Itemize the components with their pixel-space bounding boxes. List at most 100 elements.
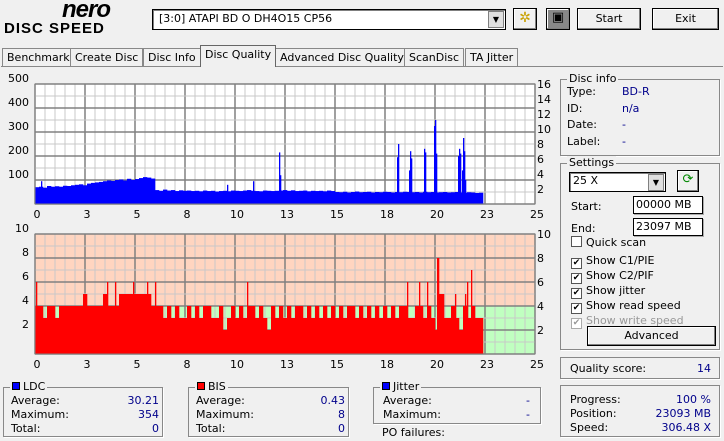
data-bar — [179, 318, 184, 354]
data-bar — [211, 190, 216, 204]
y-tick-label-right: 8 — [537, 138, 544, 151]
ldc-maximum-value: 354 — [138, 408, 159, 421]
data-bar — [315, 191, 320, 204]
data-spike — [398, 144, 400, 204]
floppy-disk-icon[interactable]: ▣ — [546, 8, 570, 30]
tab-disc-info[interactable]: Disc Info — [143, 48, 201, 67]
chevron-down-icon[interactable]: ▼ — [648, 174, 664, 191]
data-bar — [331, 191, 336, 204]
data-bar — [223, 190, 228, 204]
data-bar — [311, 318, 316, 354]
x-tick-label: 20 — [430, 358, 444, 371]
x-tick-label: 20 — [430, 208, 444, 221]
data-bar — [219, 306, 224, 354]
disc-speed-logo: DISC SPEED — [4, 20, 105, 37]
ldc-total-value: 0 — [152, 422, 159, 435]
ldc-total-label: Total: — [11, 422, 41, 435]
data-spike — [411, 158, 413, 204]
y-tick-label-left: 10 — [15, 224, 29, 235]
data-bar — [303, 318, 308, 354]
data-bar — [99, 181, 104, 204]
data-bar — [391, 306, 396, 354]
data-bar — [287, 306, 292, 354]
data-bar — [279, 306, 284, 354]
jitter-title: Jitter — [393, 380, 420, 393]
tab-benchmark[interactable]: Benchmark — [2, 48, 75, 67]
data-bar — [107, 180, 112, 204]
data-bar — [167, 190, 172, 204]
data-bar — [299, 306, 304, 354]
tab-disc-quality[interactable]: Disc Quality — [200, 45, 277, 67]
data-spike — [41, 181, 43, 204]
y-tick-label-left: 200 — [8, 144, 29, 157]
data-bar — [199, 318, 204, 354]
data-bar — [95, 182, 100, 204]
data-bar — [239, 306, 244, 354]
data-bar — [195, 306, 200, 354]
data-bar — [215, 191, 220, 204]
y-tick-label-right: 6 — [537, 276, 544, 289]
start-button[interactable]: Start — [577, 8, 641, 30]
data-bar — [295, 306, 300, 354]
y-tick-label-right: 10 — [537, 228, 551, 241]
y-tick-label-right: 4 — [537, 168, 544, 181]
x-tick-label: 10 — [230, 208, 244, 221]
data-bar — [127, 178, 132, 204]
ldc-average-label: Average: — [11, 394, 60, 407]
tab-ta-jitter[interactable]: TA Jitter — [465, 48, 519, 67]
data-bar — [59, 186, 64, 204]
start-input[interactable]: 00000 MB — [633, 196, 703, 214]
x-tick-label: 0 — [34, 208, 41, 221]
tab-create-disc[interactable]: Create Disc — [70, 48, 144, 67]
checkbox-show-jitter[interactable]: ✔ Show jitter — [571, 284, 645, 299]
checkbox-show-c1-pie[interactable]: ✔ Show C1/PIE — [571, 254, 654, 269]
exit-button[interactable]: Exit — [652, 8, 719, 30]
checkbox-label: Show C1/PIE — [586, 254, 655, 267]
y-tick-label-right: 14 — [537, 93, 551, 106]
data-bar — [363, 192, 368, 204]
bis-color-icon — [197, 382, 205, 390]
checkbox-show-c2-pif[interactable]: ✔ Show C2/PIF — [571, 269, 654, 284]
tab-advanced-disc-quality[interactable]: Advanced Disc Quality — [275, 48, 409, 67]
data-bar — [347, 306, 352, 354]
data-bar — [267, 330, 272, 354]
data-spike — [115, 282, 117, 354]
x-tick-label: 18 — [380, 208, 394, 221]
checkbox-show-read-speed[interactable]: ✔ Show read speed — [571, 299, 681, 314]
end-input[interactable]: 23097 MB — [633, 218, 703, 236]
drive-select[interactable]: [3:0] ATAPI BD O DH4O15 CP56 ▼ — [152, 9, 506, 30]
data-bar — [123, 294, 128, 354]
data-spike — [467, 282, 469, 354]
advanced-button[interactable]: Advanced — [587, 326, 716, 346]
ldc-color-icon — [12, 382, 20, 390]
x-tick-label: 18 — [380, 358, 394, 371]
data-spike — [438, 258, 440, 354]
x-tick-label: 25 — [530, 208, 544, 221]
data-bar — [139, 294, 144, 354]
chevron-down-icon[interactable]: ▼ — [488, 11, 504, 28]
tab-scandisc[interactable]: ScanDisc — [404, 48, 465, 67]
ldc-average-value: 30.21 — [127, 394, 160, 407]
data-bar — [275, 318, 280, 354]
data-bar — [439, 294, 444, 354]
x-tick-label: 23 — [480, 358, 494, 371]
data-bar — [375, 306, 380, 354]
bis-title: BIS — [208, 380, 226, 393]
id-value: n/a — [622, 102, 640, 115]
data-bar — [171, 190, 176, 204]
ldc-chart: 0 3 5 8 10 13 15 18 20 23 25 500 400 300 200 100 16 14 12 1… — [8, 74, 551, 221]
data-bar — [311, 190, 316, 204]
data-bar — [227, 318, 232, 354]
data-bar — [431, 318, 436, 354]
data-bar — [167, 306, 172, 354]
checkbox-checked-icon: ✔ — [571, 318, 582, 329]
checkbox-label: Show C2/PIF — [586, 269, 654, 282]
data-bar — [403, 191, 408, 204]
checkbox-quick-scan[interactable]: Quick scan — [571, 236, 646, 249]
refresh-icon[interactable]: ⟳ — [677, 170, 699, 192]
drive-settings-icon[interactable]: ✲ — [513, 8, 537, 30]
data-bar — [175, 306, 180, 354]
data-spike — [155, 282, 157, 354]
speed-select[interactable]: 25 X ▼ — [569, 172, 666, 192]
data-bar — [47, 306, 52, 354]
